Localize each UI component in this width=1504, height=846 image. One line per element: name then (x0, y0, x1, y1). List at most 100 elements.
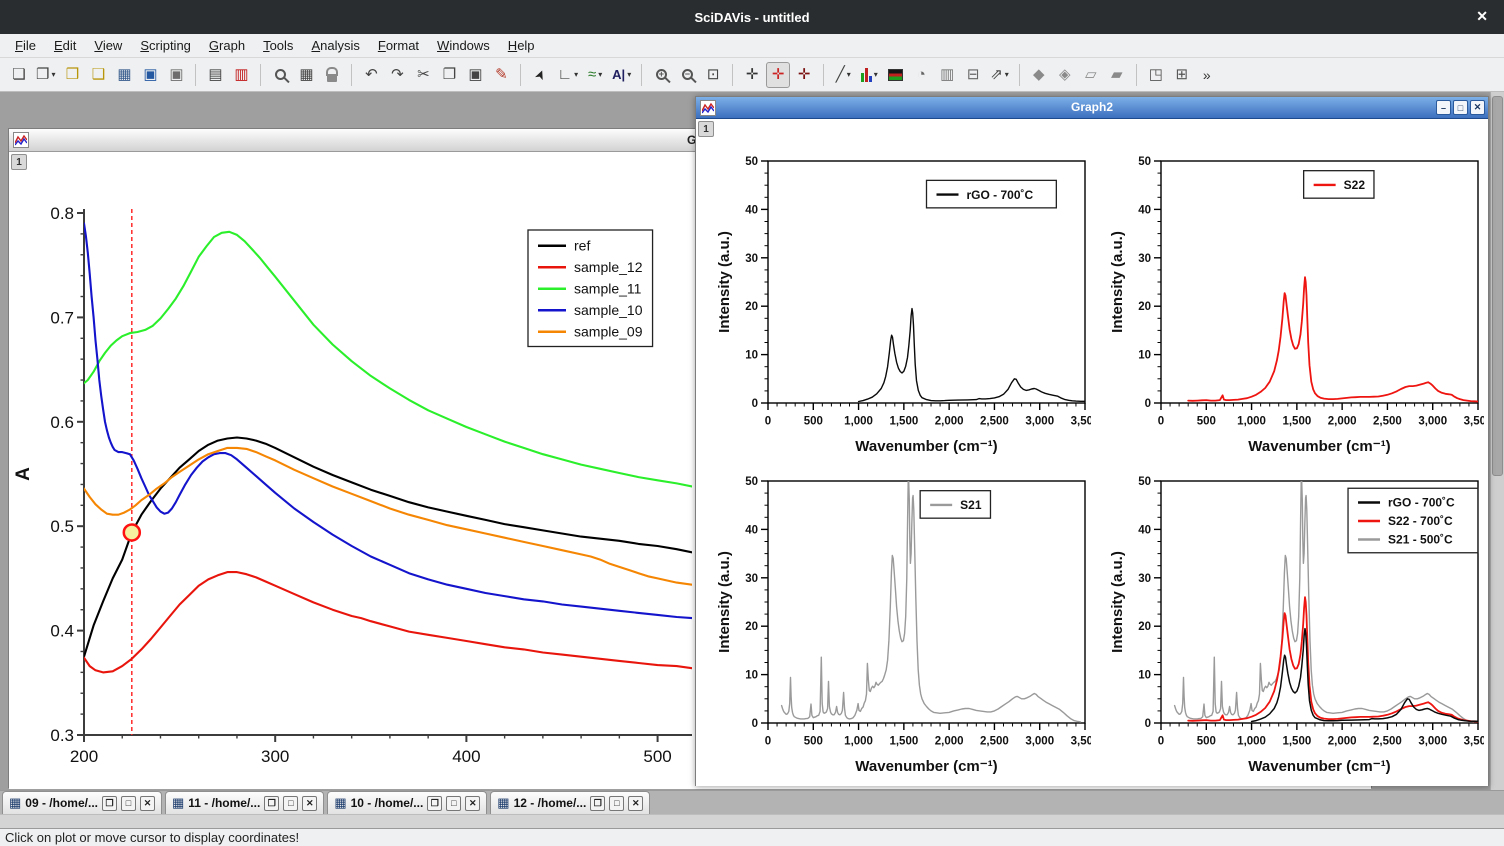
tab-restore-button[interactable]: ❐ (264, 796, 279, 811)
tab-close-button[interactable]: ✕ (140, 796, 155, 811)
toolbar-redo-button[interactable]: ↷ (385, 62, 409, 88)
raman-overlay-chart[interactable]: 05001,0001,5002,0002,5003,0003,500010203… (1109, 473, 1484, 779)
toolbar-plot-box-button[interactable]: ⊟ (961, 62, 985, 88)
toolbar-pointer-button[interactable]: ➤ (528, 62, 552, 88)
toolbar-plot-vectors-button[interactable]: ⇗▾ (987, 62, 1012, 88)
tab-maximize-button[interactable]: □ (121, 796, 136, 811)
toolbar-add-column-button[interactable]: ⊞ (1170, 62, 1194, 88)
menu-edit[interactable]: Edit (45, 36, 85, 55)
toolbar-show-table-button[interactable]: ▦ (294, 62, 318, 88)
new-window-icon: ❐ (36, 67, 49, 82)
toolbar-plot-curves-button[interactable]: ≈▾ (583, 62, 607, 88)
toolbar-separator (195, 64, 196, 86)
tab-maximize-button[interactable]: □ (609, 796, 624, 811)
toolbar-scatter-3d-button[interactable]: ▱ (1079, 62, 1103, 88)
toolbar-select-data-range-button[interactable]: ◳ (1144, 62, 1168, 88)
menu-help[interactable]: Help (499, 36, 544, 55)
show-table-icon: ▦ (299, 67, 313, 82)
toolbar-export-pdf-button[interactable]: ▥ (229, 62, 253, 88)
toolbar-new-graph-button[interactable]: ∟▾ (554, 62, 581, 88)
toolbar-overflow-icon[interactable]: » (1203, 67, 1211, 83)
toolbar-import-ascii-button[interactable]: ▦ (112, 62, 136, 88)
toolbar-surface-3d-button[interactable]: ◆ (1027, 62, 1051, 88)
svg-text:Intensity (a.u.): Intensity (a.u.) (1109, 551, 1126, 653)
toolbar-lock-toolbars-button[interactable] (320, 62, 344, 88)
close-icon[interactable]: ✕ (1476, 8, 1488, 25)
toolbar-plot-3d-bars-button[interactable]: ▥ (935, 62, 959, 88)
toolbar-import-image-button[interactable]: ❑ (86, 62, 110, 88)
tab-close-button[interactable]: ✕ (628, 796, 643, 811)
toolbar-new-project-button[interactable]: ❏ (7, 62, 31, 88)
workspace-vscrollbar[interactable] (1490, 92, 1504, 790)
menu-graph[interactable]: Graph (200, 36, 254, 55)
add-column-icon: ⊞ (1176, 67, 1189, 82)
raman-s21-chart[interactable]: 05001,0001,5002,0002,5003,0003,500010203… (716, 473, 1091, 779)
menu-format[interactable]: Format (369, 36, 428, 55)
tab-restore-button[interactable]: ❐ (427, 796, 442, 811)
svg-text:1,000: 1,000 (1237, 736, 1266, 748)
graph2-maximize-button[interactable]: □ (1453, 100, 1468, 115)
main-titlebar[interactable]: SciDAVis - untitled ✕ (0, 0, 1504, 34)
toolbar-rescale-to-show-all-button[interactable]: ⊡ (701, 62, 725, 88)
graph2-titlebar[interactable]: Graph2 –□✕ (696, 97, 1488, 119)
svg-text:0: 0 (765, 736, 771, 748)
menu-scripting[interactable]: Scripting (131, 36, 200, 55)
toolbar-add-text-button[interactable]: A|▾ (609, 62, 634, 88)
minimized-table-tab-4[interactable]: ▦12 - /home/...❐□✕ (490, 791, 650, 814)
graph2-layer-button[interactable]: 1 (698, 121, 714, 137)
toolbar-clear-button[interactable]: ✎ (489, 62, 513, 88)
menu-file[interactable]: File (6, 36, 45, 55)
raman-s22-chart[interactable]: 05001,0001,5002,0002,5003,0003,500010203… (1109, 153, 1484, 459)
menu-view[interactable]: View (85, 36, 131, 55)
svg-text:0: 0 (1145, 398, 1151, 410)
minimized-table-tab-2[interactable]: ▦11 - /home/...❐□✕ (165, 791, 324, 814)
tab-maximize-button[interactable]: □ (446, 796, 461, 811)
undo-icon: ↶ (365, 67, 378, 82)
graph2-close-button[interactable]: ✕ (1470, 100, 1485, 115)
svg-text:2,000: 2,000 (935, 416, 964, 428)
graph1-layer-button[interactable]: 1 (11, 154, 27, 170)
minimized-windows-bar: ▦09 - /home/...❐□✕▦11 - /home/...❐□✕▦10 … (0, 790, 1504, 814)
toolbar-screen-reader-button[interactable]: ✛ (792, 62, 816, 88)
vscrollbar-handle[interactable] (1492, 96, 1503, 476)
menu-analysis[interactable]: Analysis (302, 36, 368, 55)
toolbar-print-button[interactable]: ▤ (203, 62, 227, 88)
toolbar-plot-bars-button[interactable]: ▾ (857, 62, 881, 88)
tab-restore-button[interactable]: ❐ (590, 796, 605, 811)
dropdown-arrow-icon: ▾ (847, 70, 851, 79)
toolbar-draw-line-button[interactable]: ╱▾ (831, 62, 855, 88)
toolbar-data-reader-button[interactable]: ✛ (766, 62, 790, 88)
raman-rgo-chart[interactable]: 05001,0001,5002,0002,5003,0003,500010203… (716, 153, 1091, 459)
toolbar-plot-pie-button[interactable]: ◔ (909, 62, 933, 88)
tab-restore-button[interactable]: ❐ (102, 796, 117, 811)
toolbar-copy-button[interactable]: ❐ (437, 62, 461, 88)
toolbar-print-preview-button[interactable] (268, 62, 292, 88)
tab-close-button[interactable]: ✕ (302, 796, 317, 811)
graph2-minimize-button[interactable]: – (1436, 100, 1451, 115)
svg-text:Wavenumber (cm⁻¹): Wavenumber (cm⁻¹) (1248, 438, 1390, 455)
minimized-table-tab-1[interactable]: ▦09 - /home/...❐□✕ (2, 791, 162, 814)
tab-close-button[interactable]: ✕ (465, 796, 480, 811)
toolbar-plot-area-button[interactable] (883, 62, 907, 88)
toolbar-undo-button[interactable]: ↶ (359, 62, 383, 88)
svg-text:Wavenumber (cm⁻¹): Wavenumber (cm⁻¹) (1248, 758, 1390, 775)
status-text: Click on plot or move cursor to display … (5, 830, 299, 845)
toolbar-paste-button[interactable]: ▣ (463, 62, 487, 88)
toolbar-cursor-tool-button[interactable]: ✛ (740, 62, 764, 88)
toolbar-save-as-button[interactable]: ▣ (164, 62, 188, 88)
toolbar-cut-button[interactable]: ✂ (411, 62, 435, 88)
tab-label: 12 - /home/... (514, 796, 587, 810)
menu-windows[interactable]: Windows (428, 36, 499, 55)
toolbar-zoom-in-button[interactable]: + (649, 62, 673, 88)
toolbar-zoom-out-button[interactable]: − (675, 62, 699, 88)
uvvis-chart[interactable]: 2003004005000.30.40.50.60.70.8Arefsample… (9, 152, 693, 789)
toolbar-bars-3d-button[interactable]: ◈ (1053, 62, 1077, 88)
toolbar-save-project-button[interactable]: ▣ (138, 62, 162, 88)
tab-maximize-button[interactable]: □ (283, 796, 298, 811)
tab-label: 11 - /home/... (188, 796, 260, 810)
toolbar-trajectory-3d-button[interactable]: ▰ (1105, 62, 1129, 88)
toolbar-open-project-button[interactable]: ❒ (60, 62, 84, 88)
minimized-table-tab-3[interactable]: ▦10 - /home/...❐□✕ (327, 791, 487, 814)
toolbar-new-window-button[interactable]: ❐▾ (33, 62, 58, 88)
menu-tools[interactable]: Tools (254, 36, 302, 55)
